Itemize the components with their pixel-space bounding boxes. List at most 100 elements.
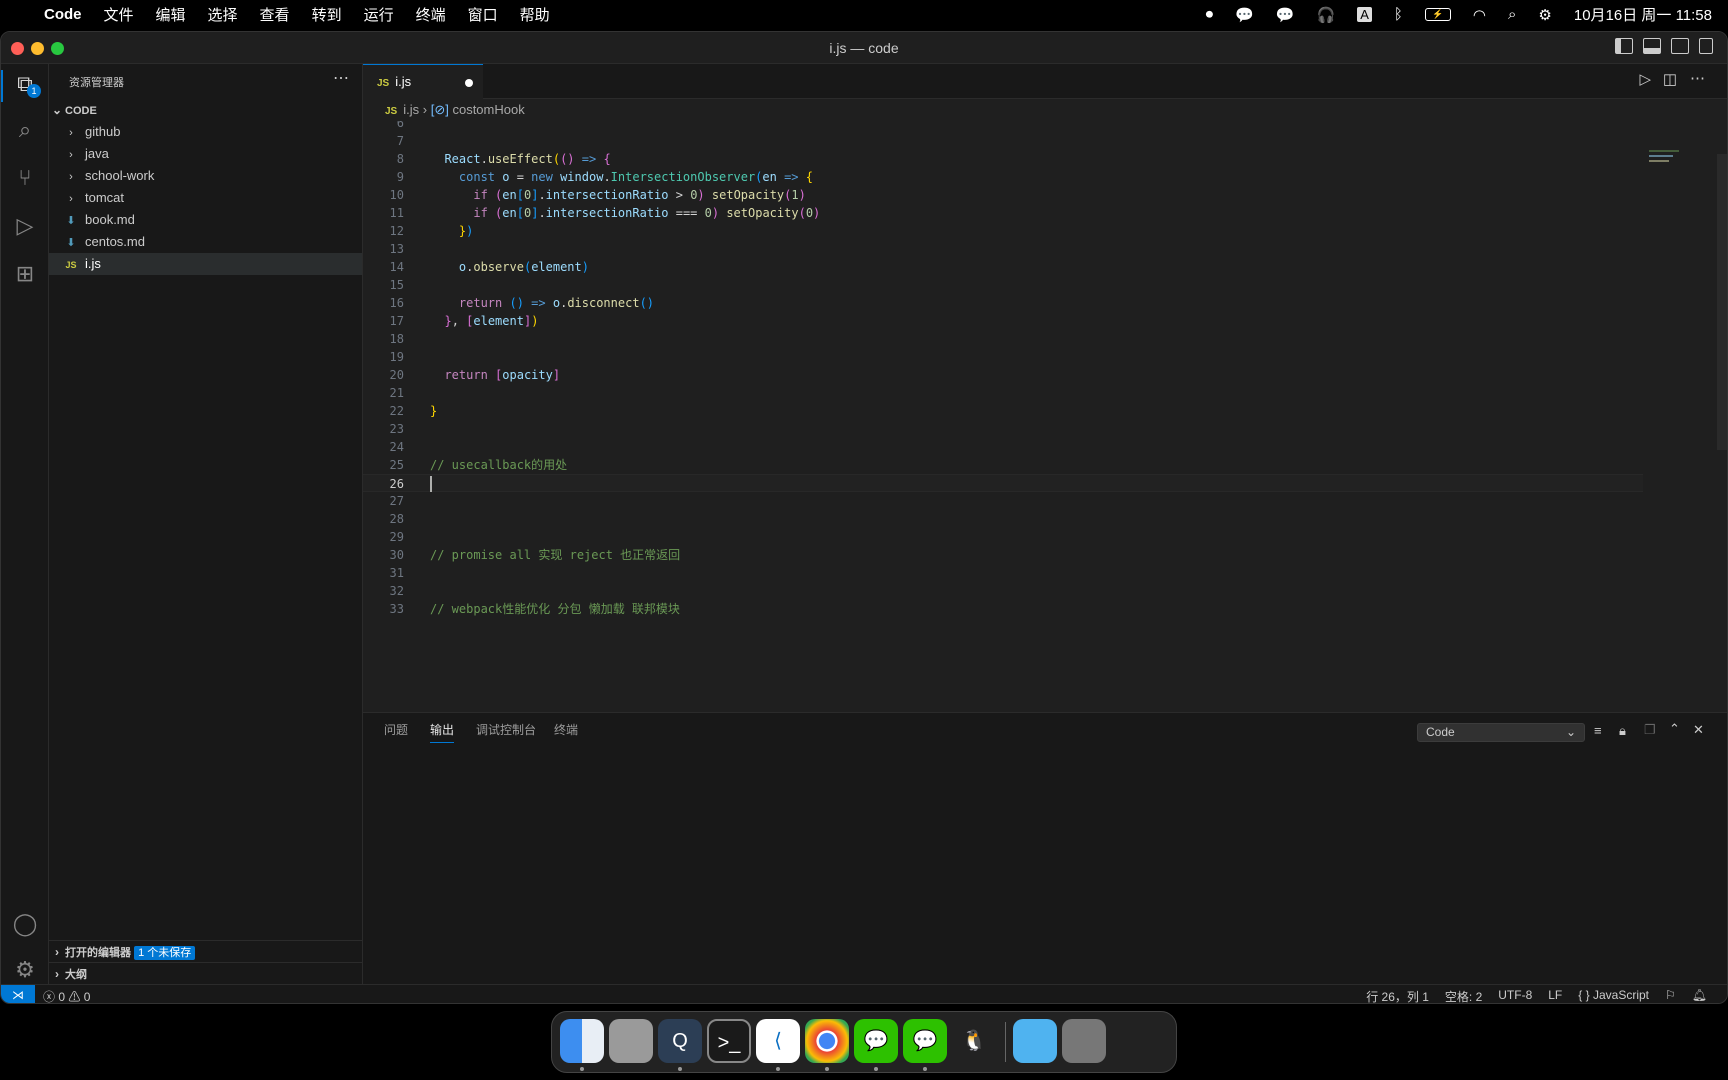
wechat-icon[interactable]: 💬	[1235, 6, 1254, 24]
menu-go[interactable]: 转到	[301, 4, 353, 25]
code-line[interactable]: 17 }, [element])	[363, 312, 1643, 330]
code-line[interactable]: 19	[363, 348, 1643, 366]
code-line[interactable]: 31	[363, 564, 1643, 582]
workspace-root[interactable]: ⌄ CODE	[49, 99, 362, 121]
minimap[interactable]	[1649, 146, 1689, 186]
menu-view[interactable]: 查看	[249, 4, 301, 25]
language-mode[interactable]: { } JavaScript	[1578, 988, 1649, 1003]
output-channel-select[interactable]: Code ⌄	[1417, 723, 1585, 742]
extensions-icon[interactable]: ⊞	[11, 260, 39, 288]
breadcrumb-symbol[interactable]: costomHook	[452, 102, 524, 117]
code-line[interactable]: 9 const o = new window.IntersectionObser…	[363, 168, 1643, 186]
code-line[interactable]: 28	[363, 510, 1643, 528]
encoding[interactable]: UTF-8	[1498, 988, 1532, 1003]
tab-output[interactable]: 输出	[430, 721, 455, 743]
quicktime-dock-icon[interactable]: Q	[658, 1019, 702, 1063]
code-line[interactable]: 27	[363, 492, 1643, 510]
scrollbar[interactable]	[1717, 154, 1727, 450]
tree-item[interactable]: › java	[49, 143, 362, 165]
vscode-dock-icon[interactable]: ⟨	[756, 1019, 800, 1063]
folder-dock-icon[interactable]	[1013, 1019, 1057, 1063]
chrome-dock-icon[interactable]	[805, 1019, 849, 1063]
code-line[interactable]: 32	[363, 582, 1643, 600]
code-line[interactable]: 8 React.useEffect(() => {	[363, 150, 1643, 168]
search-icon[interactable]: ⌕	[11, 116, 39, 144]
clock[interactable]: 10月16日 周一 11:58	[1574, 4, 1712, 25]
tab-terminal[interactable]: 终端	[554, 721, 578, 738]
tab-i-js[interactable]: JS i.js	[363, 64, 483, 99]
battery-icon[interactable]: ⚡	[1424, 8, 1451, 21]
remote-icon[interactable]: ⋊	[1, 985, 35, 1003]
record-icon[interactable]: ⏺	[1206, 6, 1214, 23]
code-line[interactable]: 12 })	[363, 222, 1643, 240]
feedback-icon[interactable]: ⚐	[1665, 988, 1676, 1003]
menu-edit[interactable]: 编辑	[145, 4, 197, 25]
wechat-dock-icon[interactable]: 💬	[903, 1019, 947, 1063]
close-panel-icon[interactable]: ✕	[1693, 722, 1704, 738]
code-line[interactable]: 29	[363, 528, 1643, 546]
trash-dock-icon[interactable]	[1062, 1019, 1106, 1063]
split-editor-icon[interactable]: ◫	[1663, 70, 1677, 88]
code-line[interactable]: 20 return [opacity]	[363, 366, 1643, 384]
tree-item[interactable]: › tomcat	[49, 187, 362, 209]
menu-help[interactable]: 帮助	[509, 4, 561, 25]
menu-terminal[interactable]: 终端	[405, 4, 457, 25]
code-line[interactable]: 30 // promise all 实现 reject 也正常返回	[363, 546, 1643, 564]
explorer-icon[interactable]: ⧉ 1	[11, 70, 41, 98]
code-line[interactable]: 14 o.observe(element)	[363, 258, 1643, 276]
code-line[interactable]: 22}	[363, 402, 1643, 420]
airpods-icon[interactable]: 🎧	[1317, 6, 1336, 24]
tree-item[interactable]: › github	[49, 121, 362, 143]
code-line[interactable]: 26	[363, 474, 1643, 492]
code-editor[interactable]: 678 React.useEffect(() => {9 const o = n…	[363, 121, 1653, 744]
code-line[interactable]: 6	[363, 121, 1643, 132]
terminal-dock-icon[interactable]: >_	[707, 1019, 751, 1063]
tab-problems[interactable]: 问题	[384, 721, 408, 738]
indentation[interactable]: 空格: 2	[1445, 988, 1482, 1003]
control-center-icon[interactable]: ⚙	[1538, 6, 1551, 24]
bluetooth-icon[interactable]: ᛒ	[1394, 6, 1403, 23]
menu-file[interactable]: 文件	[93, 4, 145, 25]
code-line[interactable]: 15	[363, 276, 1643, 294]
customize-layout-icon[interactable]	[1699, 38, 1713, 54]
code-line[interactable]: 21	[363, 384, 1643, 402]
maximize-panel-icon[interactable]: ⌃	[1669, 721, 1680, 737]
code-line[interactable]: 24	[363, 438, 1643, 456]
code-line[interactable]: 18	[363, 330, 1643, 348]
tree-item[interactable]: ⬇ centos.md	[49, 231, 362, 253]
code-line[interactable]: 13	[363, 240, 1643, 258]
launchpad-dock-icon[interactable]	[609, 1019, 653, 1063]
code-line[interactable]: 10 if (en[0].intersectionRatio > 0) setO…	[363, 186, 1643, 204]
end-of-line[interactable]: LF	[1548, 988, 1562, 1003]
code-line[interactable]: 16 return () => o.disconnect()	[363, 294, 1643, 312]
lock-icon[interactable]: 🔒︎	[1619, 723, 1626, 739]
wechat-dock-icon[interactable]: 💬	[854, 1019, 898, 1063]
tree-item[interactable]: ⬇ book.md	[49, 209, 362, 231]
toggle-secondary-sidebar-icon[interactable]	[1671, 38, 1689, 54]
more-actions-icon[interactable]: ⋯	[333, 68, 349, 88]
toggle-primary-sidebar-icon[interactable]	[1615, 38, 1633, 54]
code-line[interactable]: 11 if (en[0].intersectionRatio === 0) se…	[363, 204, 1643, 222]
wifi-icon[interactable]: ◠	[1473, 6, 1486, 24]
notifications-bell-icon[interactable]: 🔔︎	[1692, 988, 1707, 1003]
source-control-icon[interactable]: ⑂	[11, 164, 39, 192]
menu-selection[interactable]: 选择	[197, 4, 249, 25]
spotlight-icon[interactable]: ⌕	[1508, 6, 1516, 23]
settings-gear-icon[interactable]: ⚙	[11, 956, 39, 984]
menu-window[interactable]: 窗口	[457, 4, 509, 25]
wechat-icon[interactable]: 💬	[1276, 6, 1295, 24]
toggle-panel-icon[interactable]	[1643, 38, 1661, 54]
clear-output-icon[interactable]: ≡	[1594, 723, 1602, 738]
code-line[interactable]: 23	[363, 420, 1643, 438]
code-line[interactable]: 25 // usecallback的用处	[363, 456, 1643, 474]
problems-status[interactable]: ⓧ 0 ⚠ 0	[43, 988, 90, 1003]
qq-dock-icon[interactable]: 🐧	[952, 1019, 996, 1063]
menu-run[interactable]: 运行	[353, 4, 405, 25]
section-outline[interactable]: › 大纲	[49, 962, 362, 984]
code-line[interactable]: 7	[363, 132, 1643, 150]
tab-debug-console[interactable]: 调试控制台	[476, 721, 536, 738]
cursor-position[interactable]: 行 26，列 1	[1366, 988, 1429, 1003]
menu-app-name[interactable]: Code	[33, 6, 93, 23]
finder-dock-icon[interactable]	[560, 1019, 604, 1063]
section-open-editors[interactable]: › 打开的编辑器 1 个未保存	[49, 940, 362, 962]
